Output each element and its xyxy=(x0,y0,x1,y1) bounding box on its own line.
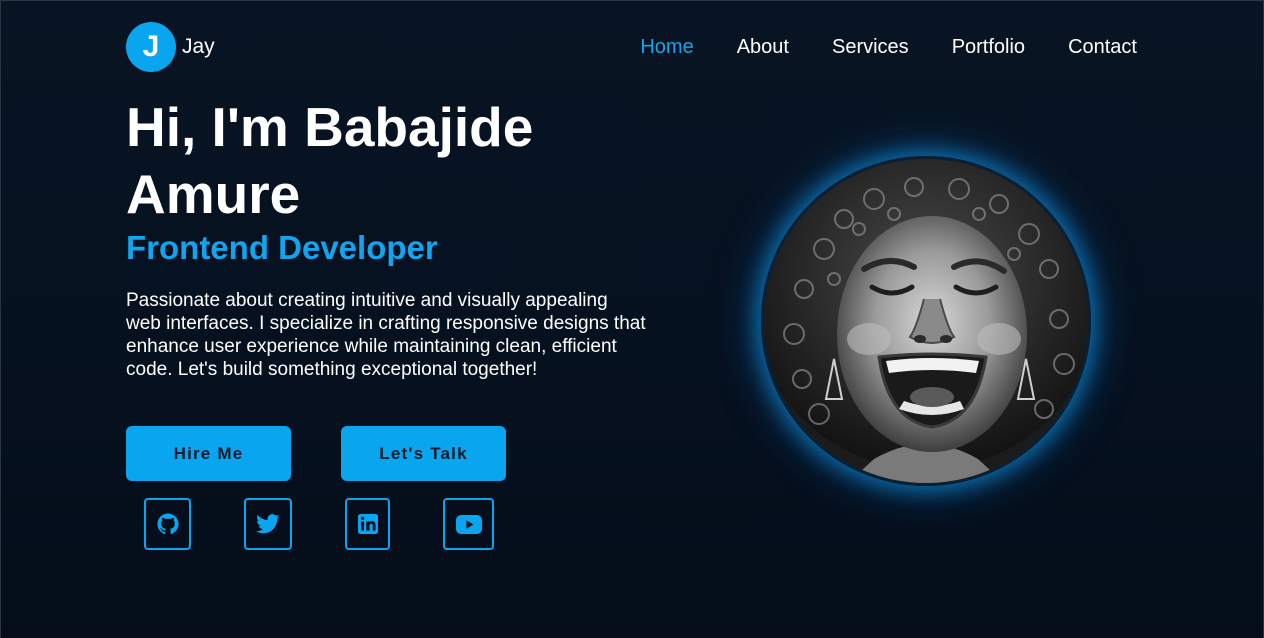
portrait-illustration xyxy=(764,159,1088,483)
nav-home[interactable]: Home xyxy=(640,34,693,60)
github-link[interactable] xyxy=(144,498,191,550)
nav-portfolio[interactable]: Portfolio xyxy=(952,34,1025,60)
hero-description: Passionate about creating intuitive and … xyxy=(126,290,646,380)
hero-title: Hi, I'm Babajide Amure xyxy=(126,96,534,225)
twitter-icon xyxy=(256,514,280,534)
linkedin-icon xyxy=(357,514,378,534)
youtube-icon xyxy=(455,514,482,534)
hero-role: Frontend Developer xyxy=(126,229,438,266)
hire-me-button[interactable]: Hire Me xyxy=(126,426,291,481)
youtube-link[interactable] xyxy=(443,498,494,550)
github-icon xyxy=(156,513,179,535)
profile-image xyxy=(761,156,1091,486)
linkedin-link[interactable] xyxy=(345,498,390,550)
nav-services[interactable]: Services xyxy=(832,34,909,60)
main-nav: Home About Services Portfolio Contact xyxy=(640,34,1137,60)
twitter-link[interactable] xyxy=(244,498,292,550)
profile-portrait xyxy=(761,156,1091,486)
logo[interactable]: J Jay xyxy=(126,22,215,72)
nav-about[interactable]: About xyxy=(737,34,789,60)
logo-text: Jay xyxy=(182,35,215,58)
logo-badge: J xyxy=(126,22,176,72)
nav-contact[interactable]: Contact xyxy=(1068,34,1137,60)
lets-talk-button[interactable]: Let's Talk xyxy=(341,426,506,481)
